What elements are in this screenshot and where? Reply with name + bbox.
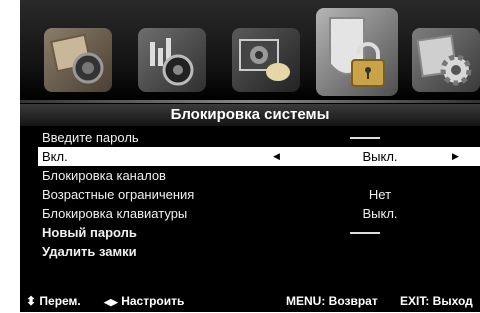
picture-icon [50,33,104,84]
adjust-hint-label: Настроить [121,294,185,308]
lock-settings-menu: Введите пароль Вкл. ◀ Выкл. ▶ Блокировка… [20,128,480,261]
tab-picture[interactable] [44,28,112,92]
sound-icon [150,38,194,86]
password-placeholder-dash [350,137,380,139]
menu-item-keypad-lock[interactable]: Блокировка клавиатуры Выкл. [20,204,480,223]
lock-icon [329,17,385,87]
menu-item-label: Вкл. [42,149,68,164]
menu-item-new-password[interactable]: Новый пароль [20,223,480,242]
tab-sound[interactable] [138,28,206,92]
category-icon-bar [20,0,480,100]
adjust-hint: ◀▶ Настроить [104,290,184,313]
menu-return-hint: MENU: Возврат [286,294,378,308]
footer-hints: ⬍ Перем. ◀▶ Настроить MENU: Возврат EXIT… [20,290,480,312]
menu-item-parental-rating[interactable]: Возрастные ограничения Нет [20,185,480,204]
menu-item-channel-lock[interactable]: Блокировка каналов [20,166,480,185]
menu-item-label: Блокировка клавиатуры [42,206,188,221]
menu-item-clear-locks[interactable]: Удалить замки [20,242,480,261]
move-hint-label: Перем. [39,294,81,308]
header-divider [20,100,480,103]
tab-settings[interactable] [412,28,480,92]
up-down-arrows-icon: ⬍ [26,294,37,308]
channel-icon [239,39,290,81]
menu-item-value: Выкл. [362,149,398,164]
tab-lock[interactable] [316,8,398,96]
menu-item-label: Удалить замки [42,244,137,259]
left-right-arrows-icon: ◀▶ [104,297,118,307]
tv-screen: Блокировка системы Введите пароль Вкл. ◀… [20,0,480,312]
tab-channel[interactable] [232,28,300,92]
menu-item-label: Введите пароль [42,130,139,145]
menu-item-lock-toggle[interactable]: Вкл. ◀ Выкл. ▶ [38,147,480,166]
settings-gear-icon [416,34,472,86]
menu-item-enter-password[interactable]: Введите пароль [20,128,480,147]
menu-item-value: Нет [368,187,392,202]
move-hint: ⬍ Перем. [26,290,81,312]
right-arrow-icon[interactable]: ▶ [452,147,459,166]
menu-title: Блокировка системы [20,104,480,126]
menu-item-label: Возрастные ограничения [42,187,195,202]
menu-item-label: Блокировка каналов [42,168,166,183]
exit-hint: EXIT: Выход [400,294,473,308]
menu-item-label: Новый пароль [42,225,137,240]
new-password-dash [350,232,380,234]
menu-item-value: Выкл. [362,206,398,221]
left-arrow-icon[interactable]: ◀ [273,147,280,166]
